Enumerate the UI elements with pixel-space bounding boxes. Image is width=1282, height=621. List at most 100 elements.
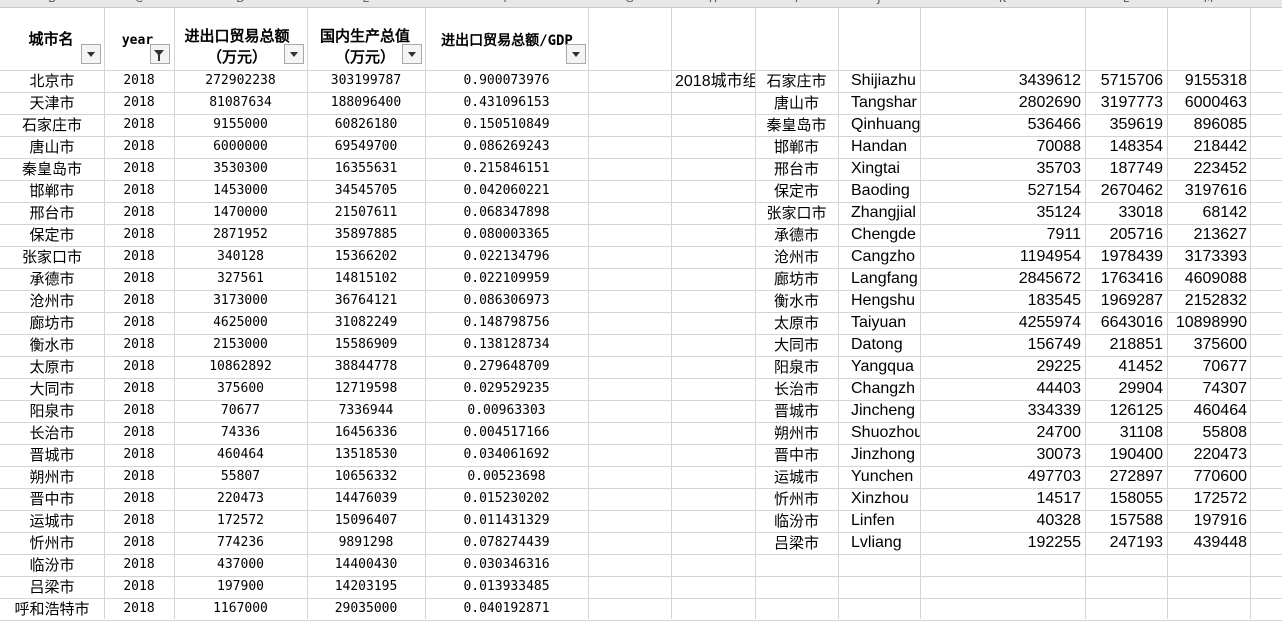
cell-right-pinyin[interactable]: Jincheng	[851, 400, 920, 422]
cell-right-pinyin[interactable]: Tangshar	[851, 92, 920, 114]
column-letter[interactable]: D	[174, 0, 307, 5]
cell-right-value-m[interactable]: 896085	[1167, 114, 1247, 136]
cell-right-value-l[interactable]: 148354	[1085, 136, 1163, 158]
cell-ratio[interactable]: 0.431096153	[425, 92, 588, 114]
cell-right-value-l[interactable]: 2670462	[1085, 180, 1163, 202]
cell-trade-total[interactable]: 55807	[174, 466, 307, 488]
cell-right-city[interactable]: 朔州市	[755, 422, 838, 444]
cell-trade-total[interactable]: 2153000	[174, 334, 307, 356]
cell-right-pinyin[interactable]: Chengde	[851, 224, 920, 246]
cell-gdp[interactable]: 303199787	[307, 70, 425, 92]
column-letter[interactable]: G	[588, 0, 671, 5]
cell-ratio[interactable]: 0.215846151	[425, 158, 588, 180]
cell-gdp[interactable]: 14815102	[307, 268, 425, 290]
cell-year[interactable]: 2018	[104, 246, 174, 268]
cell-ratio[interactable]: 0.00963303	[425, 400, 588, 422]
cell-right-value-m[interactable]: 460464	[1167, 400, 1247, 422]
cell-city[interactable]: 邢台市	[0, 202, 104, 224]
cell-year[interactable]: 2018	[104, 378, 174, 400]
cell-city[interactable]: 秦皇岛市	[0, 158, 104, 180]
cell-right-city[interactable]: 廊坊市	[755, 268, 838, 290]
cell-city[interactable]: 运城市	[0, 510, 104, 532]
cell-gdp[interactable]: 36764121	[307, 290, 425, 312]
cell-city[interactable]: 晋中市	[0, 488, 104, 510]
column-letter[interactable]: L	[1085, 0, 1167, 5]
cell-gdp[interactable]: 13518530	[307, 444, 425, 466]
cell-year[interactable]: 2018	[104, 466, 174, 488]
cell-gdp[interactable]: 9891298	[307, 532, 425, 554]
cell-right-pinyin[interactable]: Linfen	[851, 510, 920, 532]
cell-right-pinyin[interactable]: Taiyuan	[851, 312, 920, 334]
spreadsheet-grid[interactable]: 城市名 year 进出口贸易总额 （万元） 国内生产总值 （万元） 进出口贸易总…	[0, 7, 1282, 621]
cell-right-value-k[interactable]: 183545	[920, 290, 1081, 312]
cell-right-value-l[interactable]: 205716	[1085, 224, 1163, 246]
cell-right-value-m[interactable]: 218442	[1167, 136, 1247, 158]
cell-right-pinyin[interactable]: Langfang	[851, 268, 920, 290]
cell-year[interactable]: 2018	[104, 444, 174, 466]
cell-ratio[interactable]: 0.004517166	[425, 422, 588, 444]
cell-right-value-l[interactable]: 3197773	[1085, 92, 1163, 114]
cell-year[interactable]: 2018	[104, 136, 174, 158]
cell-right-value-l[interactable]: 31108	[1085, 422, 1163, 444]
cell-right-value-m[interactable]: 10898990	[1167, 312, 1247, 334]
cell-right-value-k[interactable]: 40328	[920, 510, 1082, 532]
cell-right-value-m[interactable]: 213627	[1167, 224, 1247, 246]
cell-gdp[interactable]: 14400430	[307, 554, 425, 576]
cell-right-value-k[interactable]: 70088	[920, 136, 1082, 158]
cell-trade-total[interactable]: 437000	[174, 554, 307, 576]
side-label-cell[interactable]: 2018城市组	[675, 71, 755, 93]
cell-right-city[interactable]: 秦皇岛市	[755, 114, 838, 136]
column-letter[interactable]: F	[425, 0, 588, 5]
cell-right-value-k[interactable]: 29225	[920, 356, 1082, 378]
cell-right-value-l[interactable]: 247193	[1085, 532, 1163, 554]
cell-ratio[interactable]: 0.148798756	[425, 312, 588, 334]
cell-city[interactable]: 张家口市	[0, 246, 104, 268]
cell-year[interactable]: 2018	[104, 70, 174, 92]
cell-year[interactable]: 2018	[104, 532, 174, 554]
cell-gdp[interactable]: 10656332	[307, 466, 425, 488]
cell-year[interactable]: 2018	[104, 334, 174, 356]
column-letter[interactable]: C	[104, 0, 174, 5]
cell-right-value-m[interactable]: 9155318	[1167, 70, 1247, 92]
cell-trade-total[interactable]: 2871952	[174, 224, 307, 246]
cell-year[interactable]: 2018	[104, 224, 174, 246]
cell-right-city[interactable]: 沧州市	[755, 246, 838, 268]
cell-right-value-l[interactable]: 5715706	[1085, 70, 1163, 92]
cell-city[interactable]: 北京市	[0, 70, 104, 92]
filter-dropdown-trade-icon[interactable]	[284, 44, 304, 64]
cell-city[interactable]: 承德市	[0, 268, 104, 290]
cell-right-city[interactable]: 阳泉市	[755, 356, 838, 378]
cell-ratio[interactable]: 0.042060221	[425, 180, 588, 202]
cell-right-pinyin[interactable]: Jinzhong	[851, 444, 920, 466]
cell-trade-total[interactable]: 327561	[174, 268, 307, 290]
cell-right-value-k[interactable]: 35703	[920, 158, 1082, 180]
cell-right-value-m[interactable]: 197916	[1167, 510, 1247, 532]
cell-right-pinyin[interactable]: Handan	[851, 136, 920, 158]
cell-trade-total[interactable]: 375600	[174, 378, 307, 400]
cell-right-value-l[interactable]: 33018	[1085, 202, 1164, 224]
cell-right-value-k[interactable]: 156749	[920, 334, 1081, 356]
column-letter[interactable]: H	[671, 0, 755, 5]
cell-gdp[interactable]: 69549700	[307, 136, 425, 158]
cell-right-value-m[interactable]: 74307	[1167, 378, 1248, 400]
cell-trade-total[interactable]: 340128	[174, 246, 307, 268]
cell-right-pinyin[interactable]: Datong	[851, 334, 920, 356]
cell-right-pinyin[interactable]: Yangqua	[851, 356, 920, 378]
cell-right-value-m[interactable]: 68142	[1167, 202, 1248, 224]
cell-right-pinyin[interactable]: Baoding	[851, 180, 920, 202]
cell-right-pinyin[interactable]: Qinhuang	[851, 114, 920, 136]
cell-right-value-l[interactable]: 1969287	[1085, 290, 1163, 312]
cell-ratio[interactable]: 0.078274439	[425, 532, 588, 554]
filter-dropdown-gdp-icon[interactable]	[402, 44, 422, 64]
cell-right-pinyin[interactable]: Zhangjial	[851, 202, 920, 224]
cell-trade-total[interactable]: 460464	[174, 444, 307, 466]
cell-trade-total[interactable]: 70677	[174, 400, 307, 422]
cell-right-value-m[interactable]: 172572	[1167, 488, 1247, 510]
filter-dropdown-city-icon[interactable]	[81, 44, 101, 64]
cell-trade-total[interactable]: 3530300	[174, 158, 307, 180]
cell-year[interactable]: 2018	[104, 576, 174, 598]
cell-right-city[interactable]: 晋城市	[755, 400, 838, 422]
cell-gdp[interactable]: 16456336	[307, 422, 425, 444]
cell-city[interactable]: 吕梁市	[0, 576, 104, 598]
cell-right-pinyin[interactable]: Changzh	[851, 378, 920, 400]
